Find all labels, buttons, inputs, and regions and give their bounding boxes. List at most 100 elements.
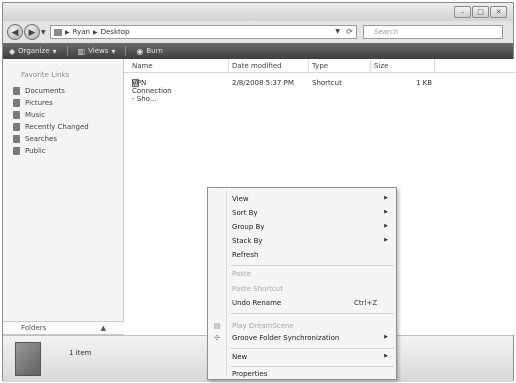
recently-changed-icon xyxy=(13,123,20,131)
column-header-name[interactable]: Name xyxy=(132,62,153,70)
submenu-arrow-icon: ▶ xyxy=(384,209,388,215)
pictures-icon xyxy=(13,99,20,107)
menu-item-label: Paste Shortcut xyxy=(232,285,283,293)
menu-separator xyxy=(230,265,394,266)
chevron-up-icon: ▲ xyxy=(100,324,106,332)
menu-separator xyxy=(230,366,394,367)
context-menu: View ▶ Sort By ▶ Group By ▶ Stack By ▶ R… xyxy=(207,187,397,380)
close-button[interactable]: ✕ xyxy=(490,6,507,18)
back-button[interactable]: ◀ xyxy=(7,24,23,40)
searches-icon xyxy=(13,135,20,143)
column-headers: Name Date modified Type Size xyxy=(124,59,515,73)
address-row: ◀ ▶ ▼ ▶ Ryan ▶ Desktop ▼ ⟳ Search xyxy=(3,21,513,43)
documents-icon xyxy=(13,87,20,95)
column-header-size[interactable]: Size xyxy=(374,62,388,70)
title-bar: – □ ✕ xyxy=(3,3,513,21)
menu-item-label: Undo Rename xyxy=(232,299,282,307)
maximize-button[interactable]: □ xyxy=(472,6,489,18)
menu-item-refresh[interactable]: Refresh xyxy=(208,250,396,262)
folder-icon xyxy=(54,28,62,36)
forward-button[interactable]: ▶ xyxy=(24,24,40,40)
column-divider[interactable] xyxy=(434,59,435,72)
file-name: VPN Connection - Sho... xyxy=(132,79,172,103)
toolbar-divider xyxy=(125,46,127,56)
favorite-link-label: Public xyxy=(25,147,46,155)
favorite-link-pictures[interactable]: Pictures xyxy=(13,97,89,109)
address-bar[interactable]: ▶ Ryan ▶ Desktop ▼ ⟳ xyxy=(50,25,357,39)
folders-label: Folders xyxy=(21,324,47,332)
menu-item-label: View xyxy=(232,195,249,203)
submenu-arrow-icon: ▶ xyxy=(384,195,388,201)
organize-button[interactable]: ◆ Organize ▾ xyxy=(9,47,57,56)
menu-separator xyxy=(230,348,394,349)
favorite-link-documents[interactable]: Documents xyxy=(13,85,89,97)
favorite-link-searches[interactable]: Searches xyxy=(13,133,89,145)
submenu-arrow-icon: ▶ xyxy=(384,237,388,243)
breadcrumb-ryan[interactable]: Ryan xyxy=(73,28,90,36)
favorite-link-public[interactable]: Public xyxy=(13,145,89,157)
file-date: 2/8/2008 5:37 PM xyxy=(232,79,294,87)
toolbar-divider xyxy=(66,46,68,56)
favorite-link-label: Documents xyxy=(25,87,65,95)
public-icon xyxy=(13,147,20,155)
recent-pages-dropdown[interactable]: ▼ xyxy=(41,29,46,36)
navigation-pane: Favorite Links Documents Pictures Music … xyxy=(3,59,124,321)
views-button[interactable]: ▥ Views ▾ xyxy=(78,47,116,56)
favorite-link-label: Pictures xyxy=(25,99,53,107)
file-type: Shortcut xyxy=(312,79,342,87)
menu-item-group-by[interactable]: Group By ▶ xyxy=(208,222,396,234)
menu-item-properties[interactable]: Properties xyxy=(208,369,396,381)
menu-separator xyxy=(230,313,394,314)
chevron-right-icon[interactable]: ▶ xyxy=(65,29,70,36)
views-label: Views xyxy=(88,47,109,55)
caption-buttons: – □ ✕ xyxy=(454,6,507,18)
menu-item-label: Sort By xyxy=(232,209,258,217)
menu-item-undo-rename[interactable]: Undo Rename Ctrl+Z xyxy=(208,298,396,310)
submenu-arrow-icon: ▶ xyxy=(384,334,388,340)
burn-button[interactable]: ◉ Burn xyxy=(136,47,162,56)
breadcrumb-desktop[interactable]: Desktop xyxy=(101,28,130,36)
menu-item-label: Play DreamScene xyxy=(232,322,294,330)
favorite-link-music[interactable]: Music xyxy=(13,109,89,121)
menu-item-label: Group By xyxy=(232,223,265,231)
column-header-date-modified[interactable]: Date modified xyxy=(232,62,282,70)
groove-icon: ✣ xyxy=(214,334,220,342)
search-input[interactable]: Search xyxy=(363,25,503,39)
shortcut-key-label: Ctrl+Z xyxy=(354,299,378,307)
favorite-links-heading: Favorite Links xyxy=(21,71,70,79)
menu-item-label: Refresh xyxy=(232,251,259,259)
menu-item-label: New xyxy=(232,353,248,361)
menu-item-stack-by[interactable]: Stack By ▶ xyxy=(208,236,396,248)
column-divider[interactable] xyxy=(370,59,371,72)
submenu-arrow-icon: ▶ xyxy=(384,223,388,229)
column-header-type[interactable]: Type xyxy=(312,62,328,70)
file-row[interactable]: VPN Connection - Sho... 2/8/2008 5:37 PM… xyxy=(124,79,515,103)
organize-icon: ◆ xyxy=(9,46,16,56)
favorite-link-label: Searches xyxy=(25,135,58,143)
chevron-down-icon: ▾ xyxy=(52,46,57,56)
organize-label: Organize xyxy=(18,47,50,55)
command-toolbar: ◆ Organize ▾ ▥ Views ▾ ◉ Burn xyxy=(3,43,513,59)
submenu-arrow-icon: ▶ xyxy=(384,353,388,359)
item-count: 1 item xyxy=(69,349,92,357)
menu-item-label: Stack By xyxy=(232,237,263,245)
column-divider[interactable] xyxy=(308,59,309,72)
column-divider[interactable] xyxy=(228,59,229,72)
folders-toggle[interactable]: Folders ▲ xyxy=(3,321,124,335)
menu-item-view[interactable]: View ▶ xyxy=(208,194,396,206)
favorite-link-recently-changed[interactable]: Recently Changed xyxy=(13,121,89,133)
minimize-button[interactable]: – xyxy=(454,6,471,18)
refresh-icon[interactable]: ⟳ xyxy=(346,27,353,36)
menu-item-paste-shortcut[interactable]: Paste Shortcut xyxy=(208,284,396,296)
menu-item-paste[interactable]: Paste xyxy=(208,269,396,281)
menu-item-label: Properties xyxy=(232,370,268,378)
file-size: 1 KB xyxy=(416,79,433,87)
chevron-right-icon[interactable]: ▶ xyxy=(93,29,98,36)
burn-label: Burn xyxy=(146,47,163,55)
chevron-down-icon[interactable]: ▼ xyxy=(335,28,340,35)
chevron-down-icon: ▾ xyxy=(111,46,116,56)
menu-item-play-dreamscene[interactable]: ▤ Play DreamScene xyxy=(208,321,396,333)
menu-item-sort-by[interactable]: Sort By ▶ xyxy=(208,208,396,220)
menu-item-new[interactable]: New ▶ xyxy=(208,352,396,364)
menu-item-groove-folder-sync[interactable]: ✣ Groove Folder Synchronization ▶ xyxy=(208,333,396,345)
